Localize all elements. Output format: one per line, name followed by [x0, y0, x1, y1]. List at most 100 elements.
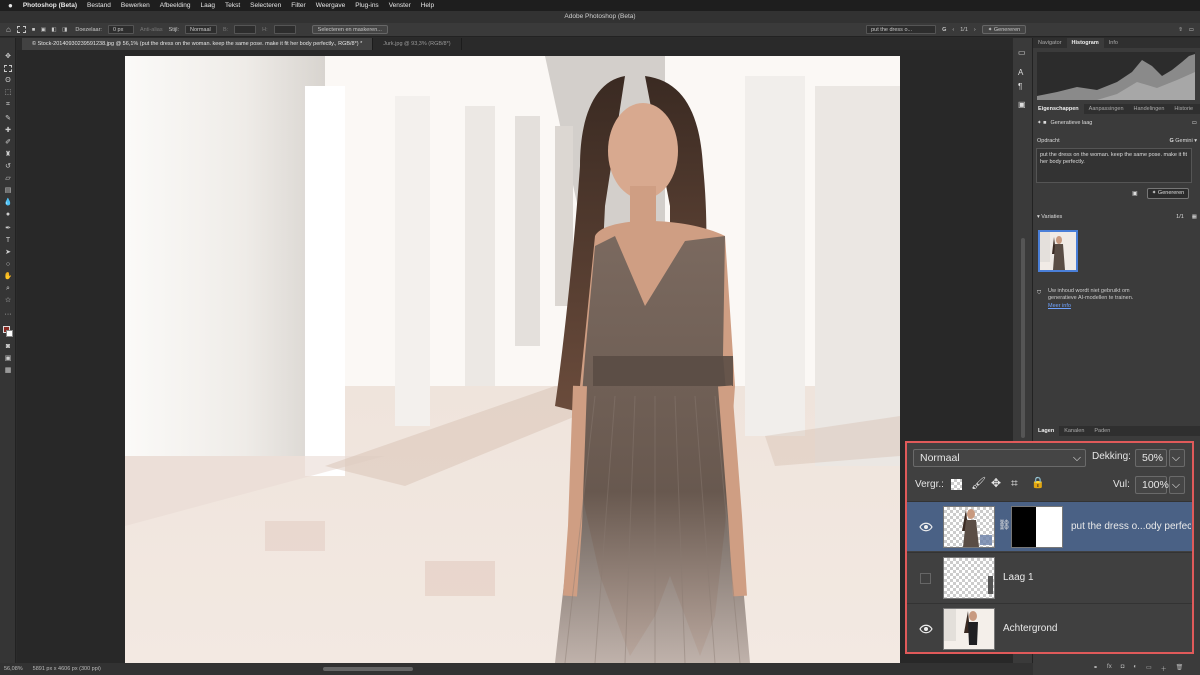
layer-row-generative[interactable]: ⛓ put the dress o...ody perfec: [907, 501, 1192, 551]
tab-stock-image[interactable]: © Stock-20140930239591238.jpg @ 56,1% (p…: [22, 38, 374, 50]
opacity-input[interactable]: 50%: [1135, 449, 1167, 467]
link-layers-icon[interactable]: ⚭: [1093, 664, 1098, 673]
lock-all-icon[interactable]: 🔒: [1031, 476, 1045, 489]
menu-weergave[interactable]: Weergave: [316, 2, 346, 9]
panel-menu-icon[interactable]: ▭: [1192, 120, 1197, 126]
eye-icon[interactable]: [919, 522, 933, 532]
workspace-icon[interactable]: ▭: [1189, 27, 1194, 33]
tab-properties[interactable]: Eigenschappen: [1033, 104, 1084, 114]
grid-view-icon[interactable]: ▦: [1192, 214, 1197, 220]
layer-row-laag-1[interactable]: Laag 1: [907, 552, 1192, 602]
eye-icon[interactable]: [919, 624, 933, 634]
path-select-icon[interactable]: ➤: [3, 248, 13, 258]
image-reference-icon[interactable]: ▣: [1132, 190, 1138, 197]
generate-button[interactable]: ✦ Genereren: [1147, 188, 1189, 199]
libraries-icon[interactable]: ▣: [1018, 100, 1026, 109]
chain-link-icon[interactable]: ⛓: [998, 520, 1011, 531]
lasso-tool-icon[interactable]: ʘ: [3, 76, 13, 86]
generate-button-top[interactable]: ✦ Genereren: [981, 25, 1027, 34]
panel-scrollbar[interactable]: [1021, 238, 1025, 438]
eyedropper-tool-icon[interactable]: ✎: [3, 114, 13, 124]
menu-afbeelding[interactable]: Afbeelding: [160, 2, 191, 9]
blur-tool-icon[interactable]: 💧: [3, 198, 13, 208]
shape-tool-icon[interactable]: ○: [3, 260, 13, 270]
delete-layer-icon[interactable]: 🗑: [1176, 664, 1184, 673]
eraser-tool-icon[interactable]: ▱: [3, 174, 13, 184]
artboard-lock-icon[interactable]: ⌗: [1011, 476, 1018, 491]
tab-channels[interactable]: Kanalen: [1059, 426, 1089, 436]
crop-tool-icon[interactable]: ⌗: [3, 100, 13, 110]
menu-help[interactable]: Help: [421, 2, 434, 9]
height-input[interactable]: [273, 25, 296, 34]
tab-actions[interactable]: Handelingen: [1129, 104, 1170, 114]
menu-bewerken[interactable]: Bewerken: [121, 2, 150, 9]
next-variation-icon[interactable]: ›: [974, 27, 976, 33]
apple-icon[interactable]: ●: [8, 1, 13, 10]
canvas-area[interactable]: [17, 50, 1017, 663]
tab-histogram[interactable]: Histogram: [1066, 38, 1104, 48]
prompt-field[interactable]: put the dress o...: [866, 25, 937, 34]
lock-position-icon[interactable]: ✥: [991, 476, 1001, 490]
model-select[interactable]: G Gemini ▾: [1169, 138, 1197, 144]
artboard-icon[interactable]: ▦: [3, 366, 13, 376]
tab-adjustments[interactable]: Aanpassingen: [1084, 104, 1129, 114]
prev-variation-icon[interactable]: ‹: [952, 27, 954, 33]
fill-input[interactable]: 100%: [1135, 476, 1169, 494]
visibility-toggle-off[interactable]: [920, 573, 931, 584]
app-menu[interactable]: Photoshop (Beta): [23, 2, 77, 9]
menu-selecteren[interactable]: Selecteren: [250, 2, 281, 9]
blend-mode-select[interactable]: Normaal ⌵: [913, 449, 1086, 467]
tab-jurk[interactable]: Jurk.jpg @ 93,3% (RGB/8*): [373, 38, 462, 50]
layer-name[interactable]: Laag 1: [1003, 572, 1034, 583]
adjustment-icon[interactable]: ◐: [1133, 664, 1137, 673]
new-layer-icon[interactable]: ＋: [1161, 664, 1167, 673]
paragraph-icon[interactable]: ¶: [1018, 82, 1022, 91]
selection-mode-icons[interactable]: ■ ▣ ◧ ◨: [32, 27, 70, 33]
layer-row-achtergrond[interactable]: Achtergrond: [907, 603, 1192, 653]
fill-dropdown[interactable]: ⌵: [1169, 476, 1185, 494]
feather-input[interactable]: 0 px: [107, 25, 134, 34]
tab-navigator[interactable]: Navigator: [1033, 38, 1067, 48]
menu-filter[interactable]: Filter: [291, 2, 305, 9]
new-group-icon[interactable]: ▭: [1146, 664, 1152, 673]
variation-thumbnail[interactable]: [1038, 230, 1078, 272]
layer-name[interactable]: put the dress o...ody perfec: [1071, 521, 1191, 532]
style-select[interactable]: Normaal: [184, 25, 217, 34]
screen-mode-icon[interactable]: ▣: [3, 354, 13, 364]
prompt-textarea[interactable]: put the dress on the woman. keep the sam…: [1036, 148, 1192, 183]
tab-info[interactable]: Info: [1104, 38, 1123, 48]
lock-transparency-icon[interactable]: [951, 479, 962, 490]
layer-mask-thumbnail[interactable]: [1011, 506, 1063, 548]
fx-icon[interactable]: fx: [1107, 664, 1112, 673]
document-canvas[interactable]: [125, 56, 900, 663]
clone-stamp-icon[interactable]: ♜: [3, 150, 13, 160]
background-color-swatch[interactable]: [6, 330, 13, 337]
quick-mask-icon[interactable]: ◙: [3, 342, 13, 352]
add-mask-icon[interactable]: ◘: [1121, 664, 1125, 673]
object-select-tool-icon[interactable]: ⬚: [3, 88, 13, 98]
gradient-tool-icon[interactable]: ▤: [3, 186, 13, 196]
more-info-link[interactable]: Meer info: [1048, 303, 1071, 309]
opacity-dropdown[interactable]: ⌵: [1169, 449, 1185, 467]
menu-tekst[interactable]: Tekst: [225, 2, 240, 9]
character-icon[interactable]: A: [1018, 68, 1023, 77]
marquee-tool-icon[interactable]: [3, 64, 13, 74]
more-tools-icon[interactable]: ···: [3, 310, 13, 320]
move-tool-icon[interactable]: ✥: [3, 52, 13, 62]
zoom-tool-icon[interactable]: ⌕: [3, 284, 13, 294]
tab-history[interactable]: Historie: [1169, 104, 1198, 114]
pen-tool-icon[interactable]: ✒: [3, 224, 13, 234]
lock-pixels-icon[interactable]: 🖌: [971, 476, 986, 490]
menu-bestand[interactable]: Bestand: [87, 2, 111, 9]
hand-tool-icon[interactable]: ✋: [3, 272, 13, 282]
home-icon[interactable]: ⌂: [6, 25, 11, 34]
tab-paths[interactable]: Paden: [1089, 426, 1115, 436]
tab-layers[interactable]: Lagen: [1033, 426, 1060, 436]
layer-name[interactable]: Achtergrond: [1003, 623, 1057, 634]
type-tool-icon[interactable]: T: [3, 236, 13, 246]
horizontal-scrollbar[interactable]: [323, 667, 413, 671]
layer-thumbnail[interactable]: [943, 608, 995, 650]
marquee-tool-icon[interactable]: [16, 26, 26, 33]
select-and-mask-button[interactable]: Selecteren en maskeren...: [311, 25, 388, 34]
layer-thumbnail[interactable]: [943, 557, 995, 599]
